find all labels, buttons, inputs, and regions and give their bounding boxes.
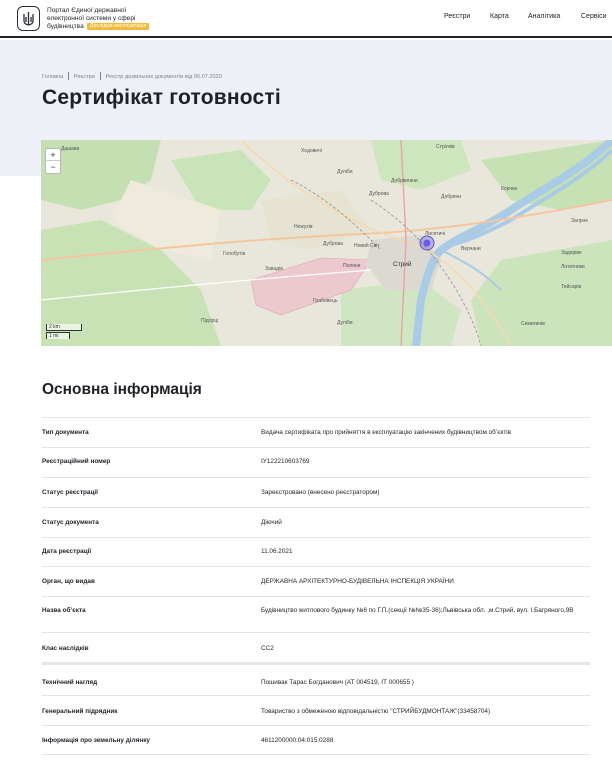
scale-km: 2 km (46, 324, 82, 331)
info-label: Дата реєстрації (42, 548, 92, 555)
breadcrumb-separator (99, 72, 101, 80)
map-label: Лисятичі (425, 231, 445, 237)
trident-logo-icon[interactable] (17, 6, 40, 31)
info-value: Пошивак Тарас Богданович (АТ 004519, ІТ … (261, 679, 414, 686)
location-map[interactable]: Дашава Ходовичі Стрілків Дуліби Дуброва … (41, 140, 612, 346)
breadcrumb-current[interactable]: Реєстр дозвільних документів від 06.07.2… (106, 74, 222, 80)
map-label: Стрий (393, 260, 412, 268)
map-label: Ходовичі (301, 148, 322, 154)
zoom-out-button[interactable]: − (46, 161, 60, 173)
map-label: Нежухів (294, 224, 313, 230)
info-row: Тип документа Видача сертифіката про при… (42, 417, 590, 447)
info-row: Дата реєстрації 11.06.2021 (42, 537, 590, 566)
info-label: Тип документа (42, 429, 89, 436)
map-label: Голобутів (223, 251, 245, 257)
map-label: Дуліби (337, 169, 353, 175)
top-header: Портал Єдиної державної електронної сист… (0, 0, 612, 38)
map-label: Семигинів (521, 321, 545, 327)
map-label: Корчин (501, 186, 518, 192)
map-label: Грабовець (313, 298, 338, 304)
portal-name[interactable]: Портал Єдиної державної електронної сист… (47, 7, 187, 32)
map-label: Верчани (461, 246, 481, 252)
map-label: Лотатники (561, 264, 585, 270)
scale-mi: 1 mi (46, 332, 70, 339)
info-row: Статус документа Діючий (42, 507, 590, 537)
nav-analytics[interactable]: Аналітика (528, 13, 560, 20)
map-label: Стрілків (436, 144, 455, 150)
portal-name-line: Портал Єдиної державної (47, 7, 127, 14)
info-label: Реєстраційний номер (42, 458, 111, 465)
info-value: IУ122210603769 (261, 458, 310, 465)
map-zoom-control: + − (45, 148, 61, 174)
info-row: Інформація про земельну ділянку 46112000… (42, 725, 590, 755)
section-title: Основна інформація (42, 381, 202, 398)
info-label: Орган, що видав (42, 578, 95, 585)
info-row: Реєстраційний номер IУ122210603769 (42, 447, 590, 477)
breadcrumb: Головна Реєстри Реєстр дозвільних документ… (42, 72, 222, 80)
map-label: Дуліби (337, 320, 353, 326)
info-row: Технічний нагляд Пошивак Тарас Богданови… (42, 662, 590, 693)
map-label: Дашава (61, 146, 80, 152)
map-label: Задеріве (561, 250, 582, 256)
info-value: Товариство з обмеженою відповідальністю … (261, 708, 491, 715)
map-label: Загірне (571, 218, 588, 224)
info-value: 11.06.2021 (261, 548, 293, 555)
breadcrumb-home[interactable]: Головна (42, 74, 63, 80)
info-label: Статус реєстрації (42, 489, 98, 496)
info-row: Орган, що видав ДЕРЖАВНА АРХІТЕКТУРНО-БУ… (42, 566, 590, 596)
info-label: Клас наслідків (42, 645, 89, 652)
nav-registries[interactable]: Реєстри (444, 13, 470, 20)
map-label: Дуброва (323, 241, 343, 247)
map-label: Новий Світ (354, 242, 380, 249)
portal-name-line: будівництва (47, 23, 84, 31)
breadcrumb-separator (68, 72, 69, 80)
nav-services[interactable]: Сервіси (581, 13, 607, 20)
info-value: Зареєстровано (внесено реєстратором) (261, 489, 380, 496)
info-value: Видача сертифіката про прийняття в експл… (261, 429, 512, 436)
map-label: Завадів (265, 266, 283, 272)
map-tiles: Дашава Ходовичі Стрілків Дуліби Дуброва … (41, 140, 612, 346)
map-label: Підгірці (201, 318, 218, 324)
info-label: Назва об’єкта (42, 607, 86, 614)
info-value: ДЕРЖАВНА АРХІТЕКТУРНО-БУДІВЕЛЬНА ІНСПЕКЦ… (261, 578, 454, 585)
info-value: Будівництво житлового будинку №6 по Г.П.… (261, 607, 574, 614)
info-label: Статус документа (42, 519, 99, 526)
info-value: 4611200000:04:015:0288 (261, 737, 334, 744)
hero-strip (0, 172, 40, 176)
info-row: Статус реєстрації Зареєстровано (внесено… (42, 477, 590, 507)
map-label: Поляни (343, 263, 361, 269)
info-row: Клас наслідків СС2 (42, 632, 590, 662)
page-title: Сертифікат готовності (42, 86, 281, 109)
beta-badge: Дослідна експлуатація (86, 23, 150, 31)
map-label: Добряни (441, 194, 461, 200)
map-label: Добрівляни (391, 178, 418, 184)
info-value: СС2 (261, 645, 274, 652)
breadcrumb-registries[interactable]: Реєстри (74, 74, 95, 80)
map-label: Тейсарів (561, 283, 582, 290)
map-scale: 2 km 1 mi (46, 324, 82, 339)
nav-map[interactable]: Карта (490, 13, 509, 20)
zoom-in-button[interactable]: + (46, 149, 60, 161)
info-value: Діючий (261, 519, 282, 526)
info-row: Генеральний підрядник Товариство з обмеж… (42, 695, 590, 725)
info-label: Інформація про земельну ділянку (42, 737, 150, 744)
info-label: Генеральний підрядник (42, 708, 118, 715)
info-label: Технічний нагляд (42, 679, 98, 686)
map-label: Дуброва (369, 191, 389, 197)
info-row: Назва об’єкта Будівництво житлового буди… (42, 596, 590, 632)
